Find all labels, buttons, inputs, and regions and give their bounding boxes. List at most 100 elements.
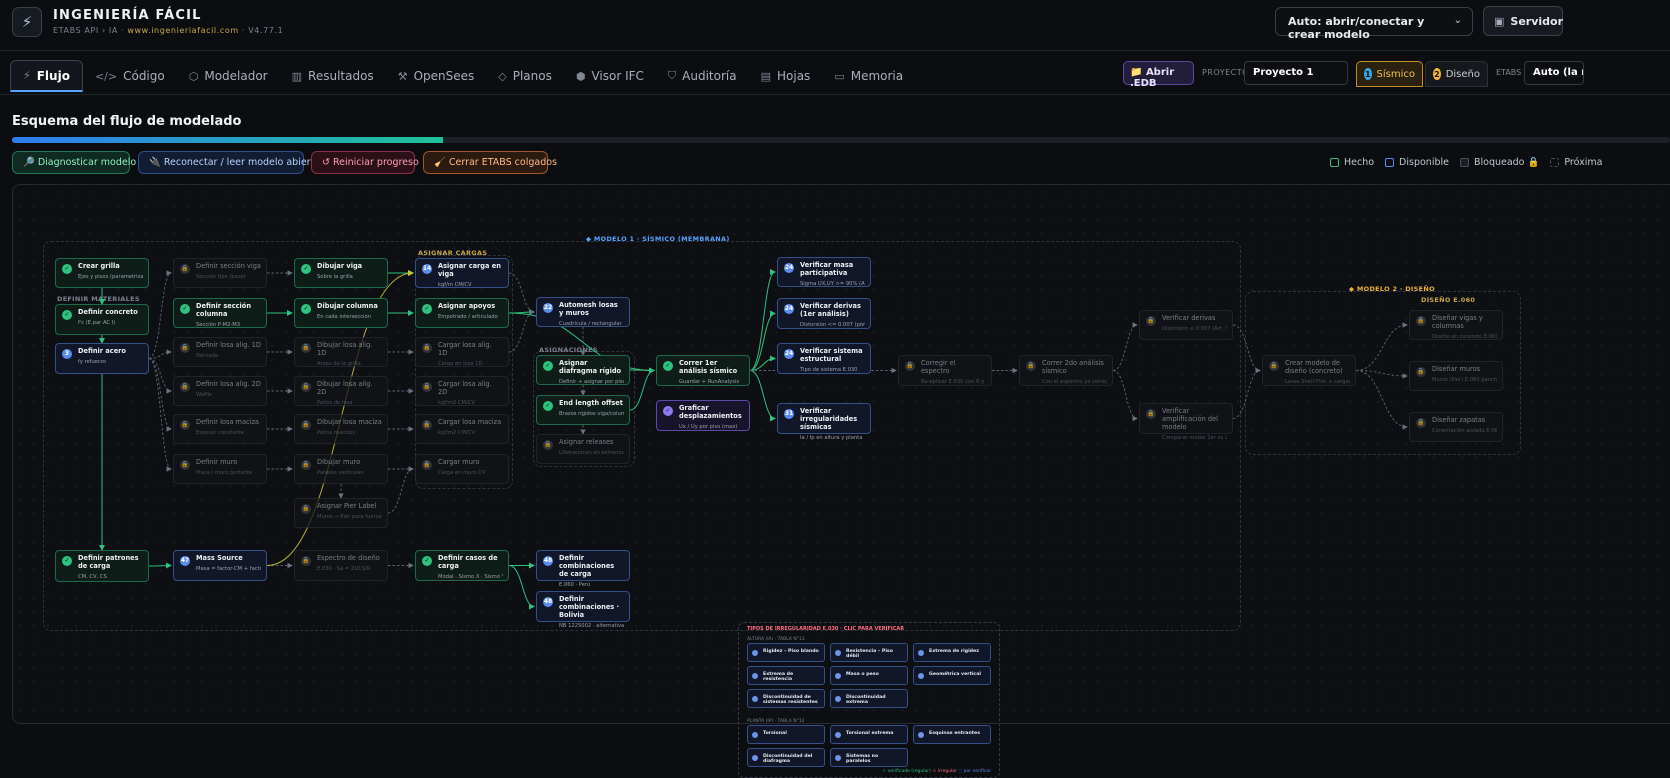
- close-etabs-button[interactable]: 🧹 Cerrar ETABS colgados: [423, 151, 557, 174]
- flow-canvas[interactable]: ◆ MODELO 1 · SÍSMICO (MEMBRANA) DEFINIR …: [12, 184, 1670, 778]
- reset-progress-button[interactable]: ↺ Reiniciar progreso: [311, 151, 419, 174]
- flow-node-espectro[interactable]: 🔒 Corregir el espectro Re-aplicar E.030 co…: [898, 355, 992, 386]
- node-title: Diseñar zapatas: [1432, 416, 1486, 424]
- irregularity-chip[interactable]: Sistemas no paralelos: [830, 748, 908, 767]
- reconnect-button[interactable]: 🔌 Reconectar / leer modelo abierto: [138, 151, 320, 174]
- flow-node-graficar[interactable]: ✓ Graficar desplazamientos Ux / Uy por pis…: [656, 400, 750, 431]
- flow-edge: [148, 562, 172, 569]
- flow-node-muro[interactable]: 🔒 Definir muro Placa / muro portante: [173, 454, 267, 484]
- flow-node-dvigas[interactable]: 🔒 Diseñar vigas y columnas Diseño en concr…: [1409, 310, 1503, 340]
- mode-select[interactable]: Auto: abrir/conectar y crear modelo ⌄: [1275, 7, 1473, 41]
- irregularity-chip[interactable]: Discontinuidad del diafragma: [747, 748, 825, 767]
- flow-node-clmac[interactable]: 🔒 Cargar losa maciza kgf/m2 CM/CV: [415, 414, 509, 444]
- flow-node-losa2d[interactable]: 🔒 Definir losa alig. 2D Waffle: [173, 376, 267, 406]
- subtitle-site[interactable]: www.ingenieriafacil.com: [127, 26, 238, 35]
- irregularity-chip[interactable]: Torsional: [747, 725, 825, 744]
- flow-node-losamac[interactable]: 🔒 Definir losa maciza Espesor constante: [173, 414, 267, 444]
- flow-node-grilla[interactable]: ✓ Crear grilla Ejes y pisos (parametrizabl…: [55, 258, 149, 288]
- flow-node-cl2d[interactable]: 🔒 Cargar losa alig. 2D kgf/m2 CM/CV: [415, 376, 509, 406]
- flow-node-vsistema[interactable]: 24 Verificar sistema estructural Tipo de s…: [777, 343, 871, 374]
- tab-resultados[interactable]: ▥ Resultados: [280, 60, 386, 92]
- flow-node-automesh[interactable]: 22 Automesh losas y muros Cuadrícula / rec…: [536, 297, 630, 327]
- flow-node-vamplif[interactable]: 🔒 Verificar amplificación del modelo Compa…: [1139, 403, 1233, 441]
- node-subtitle: Sección P-M2-M3: [196, 321, 241, 328]
- open-edb-button[interactable]: 📁 Abrir .EDB: [1123, 61, 1194, 89]
- tab-c-digo[interactable]: </> Código: [83, 60, 177, 92]
- flow-node-dl1d[interactable]: 🔒 Dibujar losa alig. 1D Áreas de la grilla: [294, 337, 388, 367]
- node-subtitle: kgf/m CM/CV: [438, 281, 472, 288]
- tab-auditor-a[interactable]: ⛉ Auditoría: [656, 60, 749, 92]
- flow-node-dcol[interactable]: ✓ Dibujar columna En cada intersección: [294, 298, 388, 328]
- node-subtitle: Masa = factor·CM + factor·CV: [196, 565, 261, 572]
- flow-node-losa1d[interactable]: 🔒 Definir losa alig. 1D Nervada: [173, 337, 267, 367]
- node-title: Dibujar muro: [317, 458, 361, 466]
- flow-node-correr[interactable]: ✓ Correr 1er análisis sísmico Guardar + Ru…: [656, 355, 750, 386]
- node-subtitle: Paneles verticales: [317, 469, 364, 476]
- node-title: Definir muro: [196, 458, 238, 466]
- flow-node-espectro0[interactable]: 🔒 Espectro de diseño E.030 · Sa = ZUCS/R: [294, 550, 388, 581]
- node-subtitle: Sigma UX,UY >= 90% (Art. 29): [800, 280, 865, 287]
- flow-node-virreg[interactable]: 31 Verificar irregularidades sísmicas Ia /…: [777, 403, 871, 441]
- irregularity-chip[interactable]: Discontinuidad extrema: [830, 689, 908, 708]
- irregularity-chip[interactable]: Extrema de rigidez: [913, 643, 991, 662]
- flow-node-cmuro[interactable]: 🔒 Cargar muro Carga en muro CV: [415, 454, 509, 484]
- tab-opensees[interactable]: ⚒ OpenSees: [386, 60, 487, 92]
- etabs-mode-select[interactable]: Auto (la m: [1524, 61, 1584, 85]
- phase-design-tab[interactable]: 2 Diseño: [1425, 61, 1488, 87]
- irregularity-chip[interactable]: Rigidez – Piso blando: [747, 643, 825, 662]
- flow-node-endlen[interactable]: ✓ End length offset Brazos rígidos viga/co…: [536, 395, 630, 425]
- project-input[interactable]: Proyecto 1: [1244, 61, 1348, 85]
- irregularity-chip[interactable]: Geométrica vertical: [913, 666, 991, 685]
- flow-node-acero[interactable]: 3 Definir acero fy refuerzo: [55, 343, 149, 374]
- diagnose-button[interactable]: 🔎 Diagnosticar modelo: [12, 151, 136, 174]
- irregularity-chip[interactable]: Extrema de resistencia: [747, 666, 825, 685]
- flow-node-crear2[interactable]: 🔒 Crear modelo de diseño (concreto) Losas …: [1262, 355, 1356, 386]
- flow-node-combos[interactable]: 48 Definir combinaciones de carga E.060 · …: [536, 550, 630, 588]
- lock-icon: 🔒: [1416, 367, 1426, 377]
- flow-node-vderivas1[interactable]: 24 Verificar derivas (1er análisis) Distor…: [777, 298, 871, 329]
- flow-node-dlmac[interactable]: 🔒 Dibujar losa maciza Paños macizos: [294, 414, 388, 444]
- phase-seismic-tab[interactable]: 1 Sísmico: [1356, 61, 1423, 87]
- flow-node-diafragma[interactable]: ✓ Asignar diafragma rígido Definir + asign…: [536, 355, 630, 385]
- flow-node-dmuros[interactable]: 🔒 Diseñar muros Muros (Pier) E.060 ganchos: [1409, 361, 1503, 391]
- lock-icon: 🔒: [301, 556, 311, 566]
- flow-node-corregir2[interactable]: 🔒 Correr 2do análisis sísmico Con el espec…: [1019, 355, 1113, 386]
- irregularity-chip[interactable]: Esquinas entrantes: [913, 725, 991, 744]
- node-title: Corregir el espectro: [921, 359, 956, 375]
- flow-node-combosbo[interactable]: 48 Definir combinaciones · Bolivia NB 1225…: [536, 591, 630, 629]
- server-button[interactable]: ▣ Servidor: [1483, 6, 1563, 36]
- flow-node-mass[interactable]: 47 Mass Source Masa = factor·CM + factor·C…: [173, 550, 267, 581]
- status-dot-icon: [918, 732, 924, 738]
- flow-node-dl2d[interactable]: 🔒 Dibujar losa alig. 2D Paños de losa: [294, 376, 388, 406]
- flow-node-dviga[interactable]: ✓ Dibujar viga Sobre la grilla: [294, 258, 388, 288]
- tab-flujo[interactable]: ⚡ Flujo: [10, 60, 83, 92]
- flow-node-dmuro[interactable]: 🔒 Dibujar muro Paneles verticales: [294, 454, 388, 484]
- flow-node-casos[interactable]: ✓ Definir casos de carga Modal · Sismo X ·…: [415, 550, 509, 581]
- flow-node-apoyos[interactable]: ✓ Asignar apoyos Empotrado / articulado: [415, 298, 509, 328]
- lock-icon: 🔒: [180, 343, 190, 353]
- tab-visor-ifc[interactable]: ⬢ Visor IFC: [564, 60, 656, 92]
- irregularity-chip[interactable]: Resistencia – Piso débil: [830, 643, 908, 662]
- flow-node-secviga[interactable]: 🔒 Definir sección viga Sección tipo (base): [173, 258, 267, 288]
- irregularity-chip[interactable]: Masa o peso: [830, 666, 908, 685]
- irregularity-chip[interactable]: Torsional extrema: [830, 725, 908, 744]
- flow-node-concreto[interactable]: ✓ Definir concreto f'c (E.par AC I): [55, 304, 149, 335]
- node-subtitle: Empotrado / articulado: [438, 313, 498, 320]
- tab-planos[interactable]: ◇ Planos: [486, 60, 564, 92]
- flow-node-pier[interactable]: 🔒 Asignar Pier Label Muros → Pier para fue…: [294, 498, 388, 528]
- flow-node-dzapatas[interactable]: 🔒 Diseñar zapatas Cimentación aislada E.06…: [1409, 412, 1503, 442]
- flow-node-cviga[interactable]: 14 Asignar carga en viga kgf/m CM/CV: [415, 258, 509, 288]
- flow-node-cl1d[interactable]: 🔒 Cargar losa alig. 1D Carga en losa 1D: [415, 337, 509, 367]
- flow-node-releases[interactable]: 🔒 Asignar releases Liberaciones en extremo…: [536, 434, 630, 464]
- tab-hojas[interactable]: ▤ Hojas: [749, 60, 823, 92]
- flow-node-vderivas[interactable]: 🔒 Verificar derivas Distorsión ≤ 0.007 (Ar…: [1139, 310, 1233, 340]
- chip-label: Torsional: [763, 731, 787, 736]
- tab-modelador[interactable]: ⬡ Modelador: [177, 60, 280, 92]
- flow-node-seccol[interactable]: ✓ Definir sección columna Sección P-M2-M3: [173, 298, 267, 328]
- tab-memoria[interactable]: ▭ Memoria: [822, 60, 915, 92]
- flow-node-patrones[interactable]: ✓ Definir patrones de carga CM, CV, CS: [55, 550, 149, 582]
- tab-label: Resultados: [308, 69, 374, 83]
- node-title: Cargar losa alig. 2D: [438, 380, 492, 396]
- flow-node-vmasa[interactable]: 24 Verificar masa participativa Sigma UX,U…: [777, 257, 871, 287]
- irregularity-chip[interactable]: Discontinuidad de sistemas resistentes: [747, 689, 825, 708]
